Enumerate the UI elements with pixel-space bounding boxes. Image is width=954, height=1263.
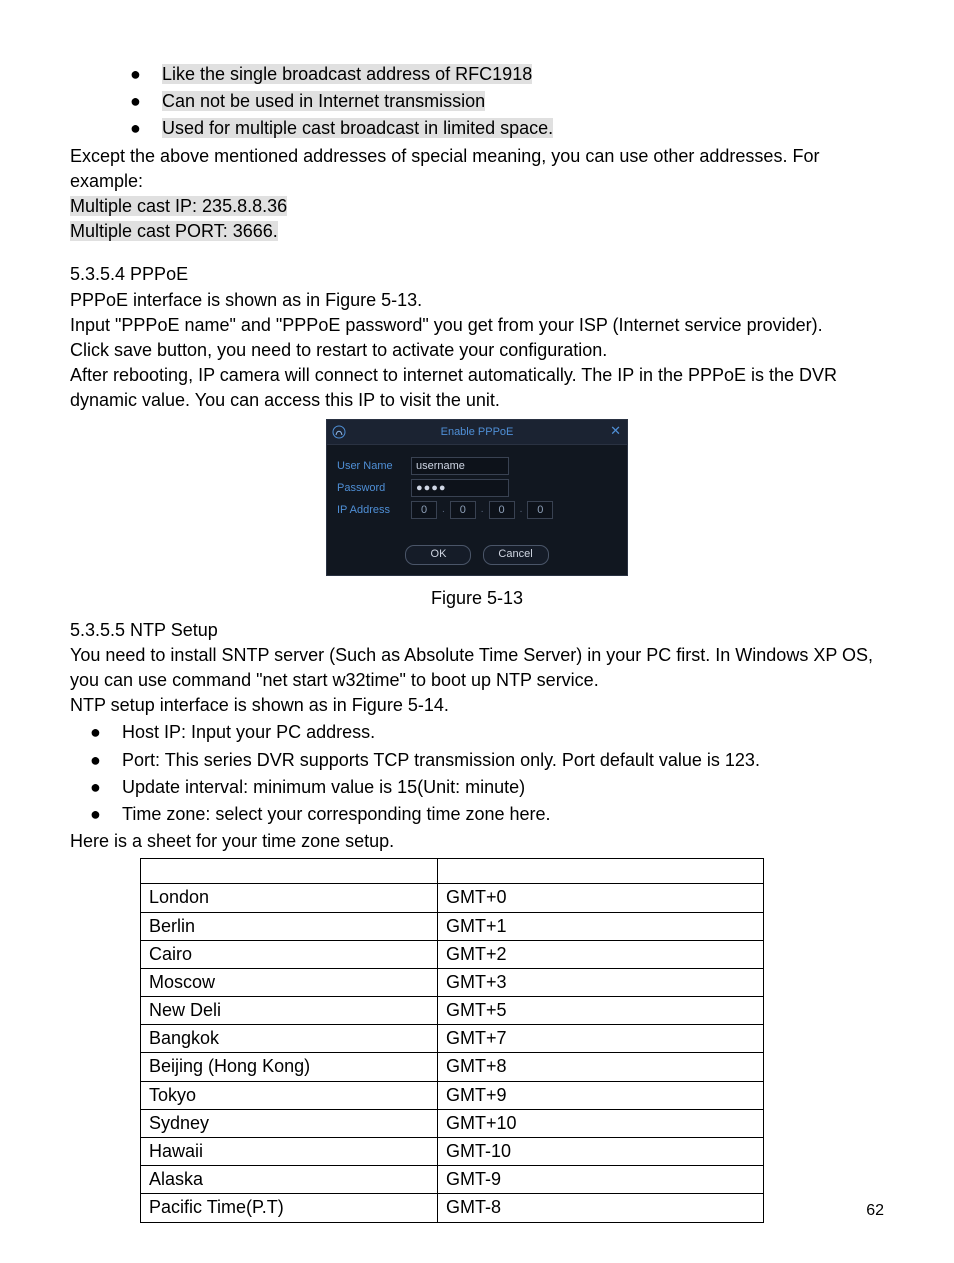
- list-item: Can not be used in Internet transmission: [130, 89, 884, 114]
- ntp-p2: NTP setup interface is shown as in Figur…: [70, 693, 884, 718]
- timezone-table: LondonGMT+0BerlinGMT+1CairoGMT+2MoscowGM…: [140, 858, 764, 1222]
- tz-offset-cell: GMT+0: [438, 884, 764, 912]
- pppoe-p2: Input "PPPoE name" and "PPPoE password" …: [70, 313, 884, 338]
- tz-city-cell: [141, 859, 438, 884]
- ntp-p3: Here is a sheet for your time zone setup…: [70, 829, 884, 854]
- username-input[interactable]: username: [411, 457, 509, 475]
- dialog-title: Enable PPPoE: [327, 425, 627, 440]
- list-item: Time zone: select your corresponding tim…: [90, 802, 884, 827]
- tz-offset-cell: GMT-10: [438, 1138, 764, 1166]
- ip-row: IP Address 0 . 0 . 0 . 0: [337, 501, 617, 519]
- bullet-text: Can not be used in Internet transmission: [162, 91, 485, 111]
- dialog-titlebar: Enable PPPoE ✕: [327, 420, 627, 445]
- tz-city-cell: New Deli: [141, 997, 438, 1025]
- password-label: Password: [337, 481, 411, 496]
- pppoe-p1: PPPoE interface is shown as in Figure 5-…: [70, 288, 884, 313]
- tz-city-cell: Moscow: [141, 968, 438, 996]
- ip-dot: .: [515, 503, 528, 517]
- pppoe-p4: After rebooting, IP camera will connect …: [70, 363, 884, 413]
- ip-address-input[interactable]: 0 . 0 . 0 . 0: [411, 501, 553, 519]
- password-input[interactable]: ●●●●: [411, 479, 509, 497]
- tz-offset-cell: GMT+9: [438, 1081, 764, 1109]
- bullet-text: Update interval: minimum value is 15(Uni…: [122, 777, 525, 797]
- ip-label: IP Address: [337, 503, 411, 518]
- tz-city-cell: Alaska: [141, 1166, 438, 1194]
- ip-octet[interactable]: 0: [411, 501, 437, 519]
- tz-offset-cell: GMT+5: [438, 997, 764, 1025]
- tz-offset-cell: GMT+2: [438, 940, 764, 968]
- intro-bullets: Like the single broadcast address of RFC…: [70, 62, 884, 142]
- intro-paragraph: Except the above mentioned addresses of …: [70, 144, 884, 194]
- list-item: Like the single broadcast address of RFC…: [130, 62, 884, 87]
- table-row: [141, 859, 764, 884]
- tz-city-cell: Hawaii: [141, 1138, 438, 1166]
- table-row: MoscowGMT+3: [141, 968, 764, 996]
- ntp-heading: 5.3.5.5 NTP Setup: [70, 618, 884, 643]
- table-row: New DeliGMT+5: [141, 997, 764, 1025]
- multicast-ip-line: Multiple cast IP: 235.8.8.36: [70, 194, 884, 219]
- list-item: Used for multiple cast broadcast in limi…: [130, 116, 884, 141]
- table-row: Pacific Time(P.T)GMT-8: [141, 1194, 764, 1222]
- tz-offset-cell: GMT+7: [438, 1025, 764, 1053]
- pppoe-dialog-figure: Enable PPPoE ✕ User Name username Passwo…: [70, 419, 884, 576]
- cancel-button[interactable]: Cancel: [483, 545, 549, 565]
- tz-city-cell: Beijing (Hong Kong): [141, 1053, 438, 1081]
- bullet-text: Time zone: select your corresponding tim…: [122, 804, 551, 824]
- ip-octet[interactable]: 0: [450, 501, 476, 519]
- tz-offset-cell: GMT+1: [438, 912, 764, 940]
- ntp-p1: You need to install SNTP server (Such as…: [70, 643, 884, 693]
- ip-dot: .: [437, 503, 450, 517]
- tz-offset-cell: [438, 859, 764, 884]
- ok-button[interactable]: OK: [405, 545, 471, 565]
- close-icon[interactable]: ✕: [610, 424, 621, 437]
- bullet-text: Host IP: Input your PC address.: [122, 722, 375, 742]
- tz-city-cell: Berlin: [141, 912, 438, 940]
- pppoe-heading: 5.3.5.4 PPPoE: [70, 262, 884, 287]
- ip-dot: .: [476, 503, 489, 517]
- tz-offset-cell: GMT+8: [438, 1053, 764, 1081]
- tz-city-cell: Sydney: [141, 1109, 438, 1137]
- table-row: TokyoGMT+9: [141, 1081, 764, 1109]
- dialog-buttons: OK Cancel: [337, 545, 617, 565]
- username-row: User Name username: [337, 457, 617, 475]
- username-label: User Name: [337, 459, 411, 474]
- pppoe-dialog: Enable PPPoE ✕ User Name username Passwo…: [326, 419, 628, 576]
- list-item: Update interval: minimum value is 15(Uni…: [90, 775, 884, 800]
- ntp-bullets: Host IP: Input your PC address. Port: Th…: [70, 720, 884, 827]
- tz-city-cell: London: [141, 884, 438, 912]
- table-row: BangkokGMT+7: [141, 1025, 764, 1053]
- table-row: AlaskaGMT-9: [141, 1166, 764, 1194]
- ip-octet[interactable]: 0: [527, 501, 553, 519]
- tz-city-cell: Pacific Time(P.T): [141, 1194, 438, 1222]
- multicast-port-line: Multiple cast PORT: 3666.: [70, 219, 884, 244]
- table-row: CairoGMT+2: [141, 940, 764, 968]
- bullet-text: Like the single broadcast address of RFC…: [162, 64, 532, 84]
- tz-offset-cell: GMT-8: [438, 1194, 764, 1222]
- table-row: Beijing (Hong Kong)GMT+8: [141, 1053, 764, 1081]
- pppoe-p3: Click save button, you need to restart t…: [70, 338, 884, 363]
- tz-city-cell: Cairo: [141, 940, 438, 968]
- ip-octet[interactable]: 0: [489, 501, 515, 519]
- bullet-text: Used for multiple cast broadcast in limi…: [162, 118, 553, 138]
- page: Like the single broadcast address of RFC…: [70, 62, 884, 1223]
- figure-caption: Figure 5-13: [70, 586, 884, 611]
- bullet-text: Port: This series DVR supports TCP trans…: [122, 750, 760, 770]
- tz-offset-cell: GMT-9: [438, 1166, 764, 1194]
- table-row: LondonGMT+0: [141, 884, 764, 912]
- table-row: HawaiiGMT-10: [141, 1138, 764, 1166]
- page-number: 62: [866, 1200, 884, 1222]
- dialog-body: User Name username Password ●●●● IP Addr…: [327, 445, 627, 575]
- tz-offset-cell: GMT+10: [438, 1109, 764, 1137]
- tz-city-cell: Tokyo: [141, 1081, 438, 1109]
- password-row: Password ●●●●: [337, 479, 617, 497]
- tz-city-cell: Bangkok: [141, 1025, 438, 1053]
- table-row: BerlinGMT+1: [141, 912, 764, 940]
- tz-offset-cell: GMT+3: [438, 968, 764, 996]
- list-item: Host IP: Input your PC address.: [90, 720, 884, 745]
- table-row: SydneyGMT+10: [141, 1109, 764, 1137]
- list-item: Port: This series DVR supports TCP trans…: [90, 748, 884, 773]
